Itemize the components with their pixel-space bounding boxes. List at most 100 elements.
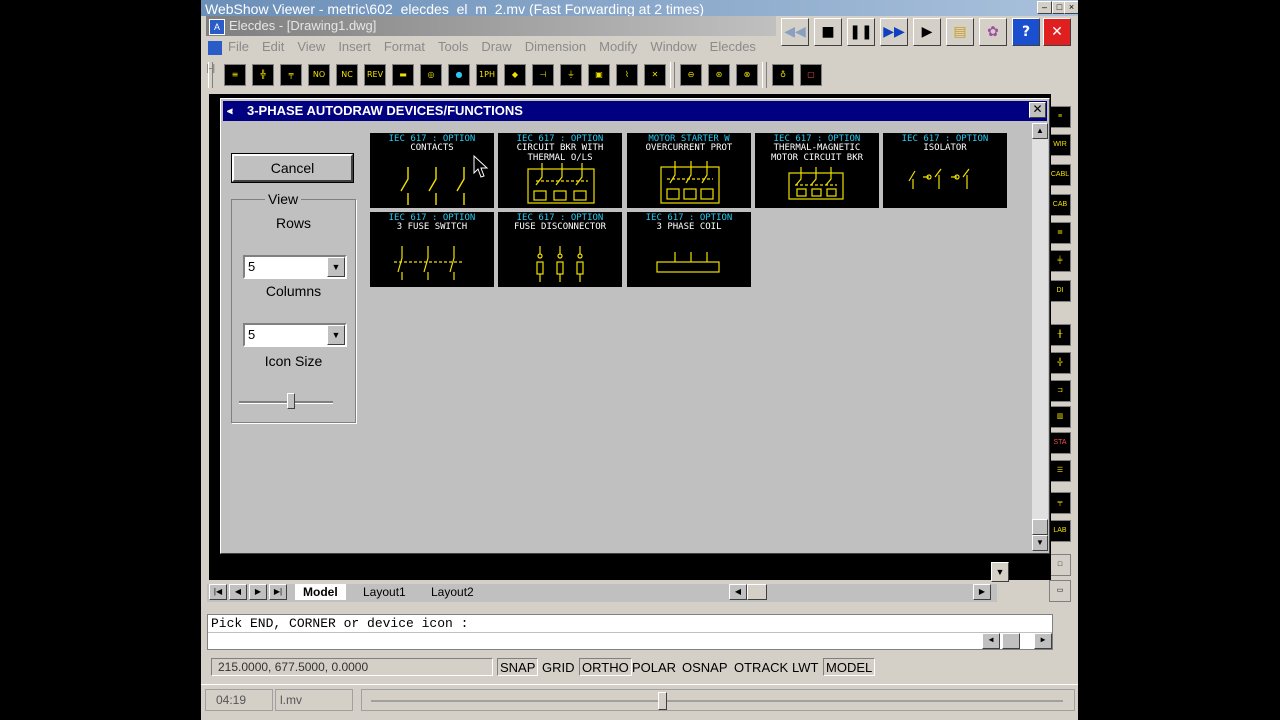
relay-icon[interactable]: ▢ (800, 64, 822, 86)
single-phase-icon[interactable]: 1PH (476, 64, 498, 86)
help-icon[interactable]: ? (1012, 18, 1040, 46)
bus-icon[interactable]: ≡ (224, 64, 246, 86)
panel-c-icon[interactable]: ⊗ (736, 64, 758, 86)
scroll-thumb[interactable] (1032, 519, 1048, 535)
play-icon[interactable]: ▶ (913, 18, 941, 46)
rev-icon[interactable]: REV (364, 64, 386, 86)
polar-toggle[interactable]: POLAR (629, 658, 679, 676)
dialog-close-button[interactable]: ✕ (1029, 102, 1046, 118)
right-toolbar-icon[interactable]: ╪ (1049, 250, 1071, 272)
right-toolbar-icon[interactable]: WIR (1049, 134, 1071, 156)
viewer-minimize-button[interactable]: – (1037, 1, 1052, 14)
stop-icon[interactable]: ■ (814, 18, 842, 46)
lamp-icon[interactable]: ● (448, 64, 470, 86)
scroll-left-icon[interactable]: ◀ (729, 584, 747, 600)
right-toolbar-icon[interactable]: □ (1049, 554, 1071, 576)
right-toolbar-icon[interactable]: ≣ (1049, 222, 1071, 244)
right-toolbar-icon[interactable]: ≡ (1049, 106, 1071, 128)
right-toolbar-icon[interactable]: ⊐ (1049, 380, 1071, 402)
grid-toggle[interactable]: GRID (539, 658, 578, 676)
osnap-toggle[interactable]: OSNAP (679, 658, 731, 676)
sensor-icon[interactable]: ◆ (504, 64, 526, 86)
right-toolbar-icon[interactable]: DI (1049, 280, 1071, 302)
viewer-close-button[interactable]: × (1064, 1, 1078, 14)
cmd-scroll-left-icon[interactable]: ◀ (982, 633, 1000, 649)
otrack-toggle[interactable]: OTRACK (731, 658, 791, 676)
cancel-button[interactable]: Cancel (231, 153, 354, 183)
scroll-up-button[interactable]: ▲ (1032, 123, 1048, 139)
menu-modify[interactable]: Modify (599, 36, 637, 58)
close-icon[interactable]: ✕ (1043, 18, 1071, 46)
tab-layout1[interactable]: Layout1 (355, 584, 414, 600)
menu-window[interactable]: Window (650, 36, 696, 58)
device-motor-starter[interactable]: MOTOR STARTER W OVERCURRENT PROT (627, 133, 751, 208)
pause-icon[interactable]: ❚❚ (847, 18, 875, 46)
menu-dimension[interactable]: Dimension (525, 36, 586, 58)
menu-insert[interactable]: Insert (338, 36, 371, 58)
drawing-scroll-down-button[interactable]: ▼ (991, 562, 1009, 582)
rows-select[interactable]: 5 ▼ (243, 255, 347, 279)
motor-icon[interactable]: ◎ (420, 64, 442, 86)
ortho-toggle[interactable]: ORTHO (579, 658, 632, 676)
fast-forward-icon[interactable]: ▶▶ (880, 18, 908, 46)
right-toolbar-icon[interactable]: ╬ (1049, 352, 1071, 374)
device-3-fuse-switch[interactable]: IEC 617 : OPTION 3 FUSE SWITCH (370, 212, 494, 287)
wire-icon[interactable]: ╤ (280, 64, 302, 86)
cmd-scroll-thumb[interactable] (1002, 633, 1020, 649)
chevron-down-icon[interactable]: ▼ (327, 257, 345, 277)
right-toolbar-icon[interactable]: LAB (1049, 520, 1071, 542)
cmd-scroll-right-icon[interactable]: ▶ (1034, 633, 1052, 649)
document-icon[interactable] (208, 40, 222, 55)
right-toolbar-icon[interactable]: CAB (1049, 194, 1071, 216)
panel-a-icon[interactable]: ⊖ (680, 64, 702, 86)
command-line[interactable]: Pick END, CORNER or device icon : ◀ ▶ (207, 614, 1053, 650)
horizontal-scroll-thumb[interactable] (747, 584, 767, 600)
right-toolbar-icon[interactable]: ▭ (1049, 580, 1071, 602)
switch-icon[interactable]: ⊣ (532, 64, 554, 86)
right-toolbar-icon[interactable]: CABL (1049, 164, 1071, 186)
settings-icon[interactable]: ✿ (979, 18, 1007, 46)
cross-icon[interactable]: ✕ (644, 64, 666, 86)
open-folder-icon[interactable]: ▤ (946, 18, 974, 46)
bell-icon[interactable]: ♁ (772, 64, 794, 86)
nc-contact-icon[interactable]: NC (336, 64, 358, 86)
right-toolbar-icon[interactable]: ▥ (1049, 406, 1071, 428)
right-toolbar-icon[interactable]: STA (1049, 432, 1071, 454)
menu-tools[interactable]: Tools (438, 36, 468, 58)
cable-icon[interactable]: ▬ (392, 64, 414, 86)
device-circuit-breaker[interactable]: IEC 617 : OPTION CIRCUIT BKR WITH THERMAL… (498, 133, 622, 208)
no-contact-icon[interactable]: NO (308, 64, 330, 86)
menu-format[interactable]: Format (384, 36, 425, 58)
device-3-phase-coil[interactable]: IEC 617 : OPTION 3 PHASE COIL (627, 212, 751, 287)
panel-b-icon[interactable]: ⊛ (708, 64, 730, 86)
progress-track[interactable] (371, 700, 1063, 702)
menu-elecdes[interactable]: Elecdes (710, 36, 756, 58)
terminal-icon[interactable]: ╬ (252, 64, 274, 86)
dialog-vertical-scrollbar[interactable]: ▲ ▼ (1032, 123, 1048, 551)
toolbar-grip[interactable] (670, 62, 675, 88)
device-isolator[interactable]: IEC 617 : OPTION ISOLATOR (883, 133, 1007, 208)
menu-view[interactable]: View (297, 36, 325, 58)
icon-size-slider-thumb[interactable] (286, 393, 295, 409)
columns-select[interactable]: 5 ▼ (243, 323, 347, 347)
right-toolbar-icon[interactable]: ╫ (1049, 324, 1071, 346)
menu-file[interactable]: File (228, 36, 249, 58)
toolbar-grip[interactable] (762, 62, 767, 88)
next-tab-icon[interactable]: ▶ (249, 584, 267, 600)
earth-icon[interactable]: ⏚ (560, 64, 582, 86)
last-tab-icon[interactable]: ▶| (269, 584, 287, 600)
lwt-toggle[interactable]: LWT (789, 658, 821, 676)
snap-toggle[interactable]: SNAP (497, 658, 539, 676)
scroll-right-icon[interactable]: ▶ (973, 584, 991, 600)
right-toolbar-icon[interactable]: ╤ (1049, 492, 1071, 514)
prev-tab-icon[interactable]: ◀ (229, 584, 247, 600)
transformer-icon[interactable]: ⌇ (616, 64, 638, 86)
progress-thumb[interactable] (657, 692, 667, 710)
chevron-down-icon[interactable]: ▼ (327, 325, 345, 345)
toolbar-grip[interactable] (208, 62, 213, 88)
command-input[interactable] (208, 632, 1052, 650)
first-tab-icon[interactable]: |◀ (209, 584, 227, 600)
model-toggle[interactable]: MODEL (823, 658, 876, 676)
menu-draw[interactable]: Draw (481, 36, 511, 58)
scroll-down-button[interactable]: ▼ (1032, 535, 1048, 551)
